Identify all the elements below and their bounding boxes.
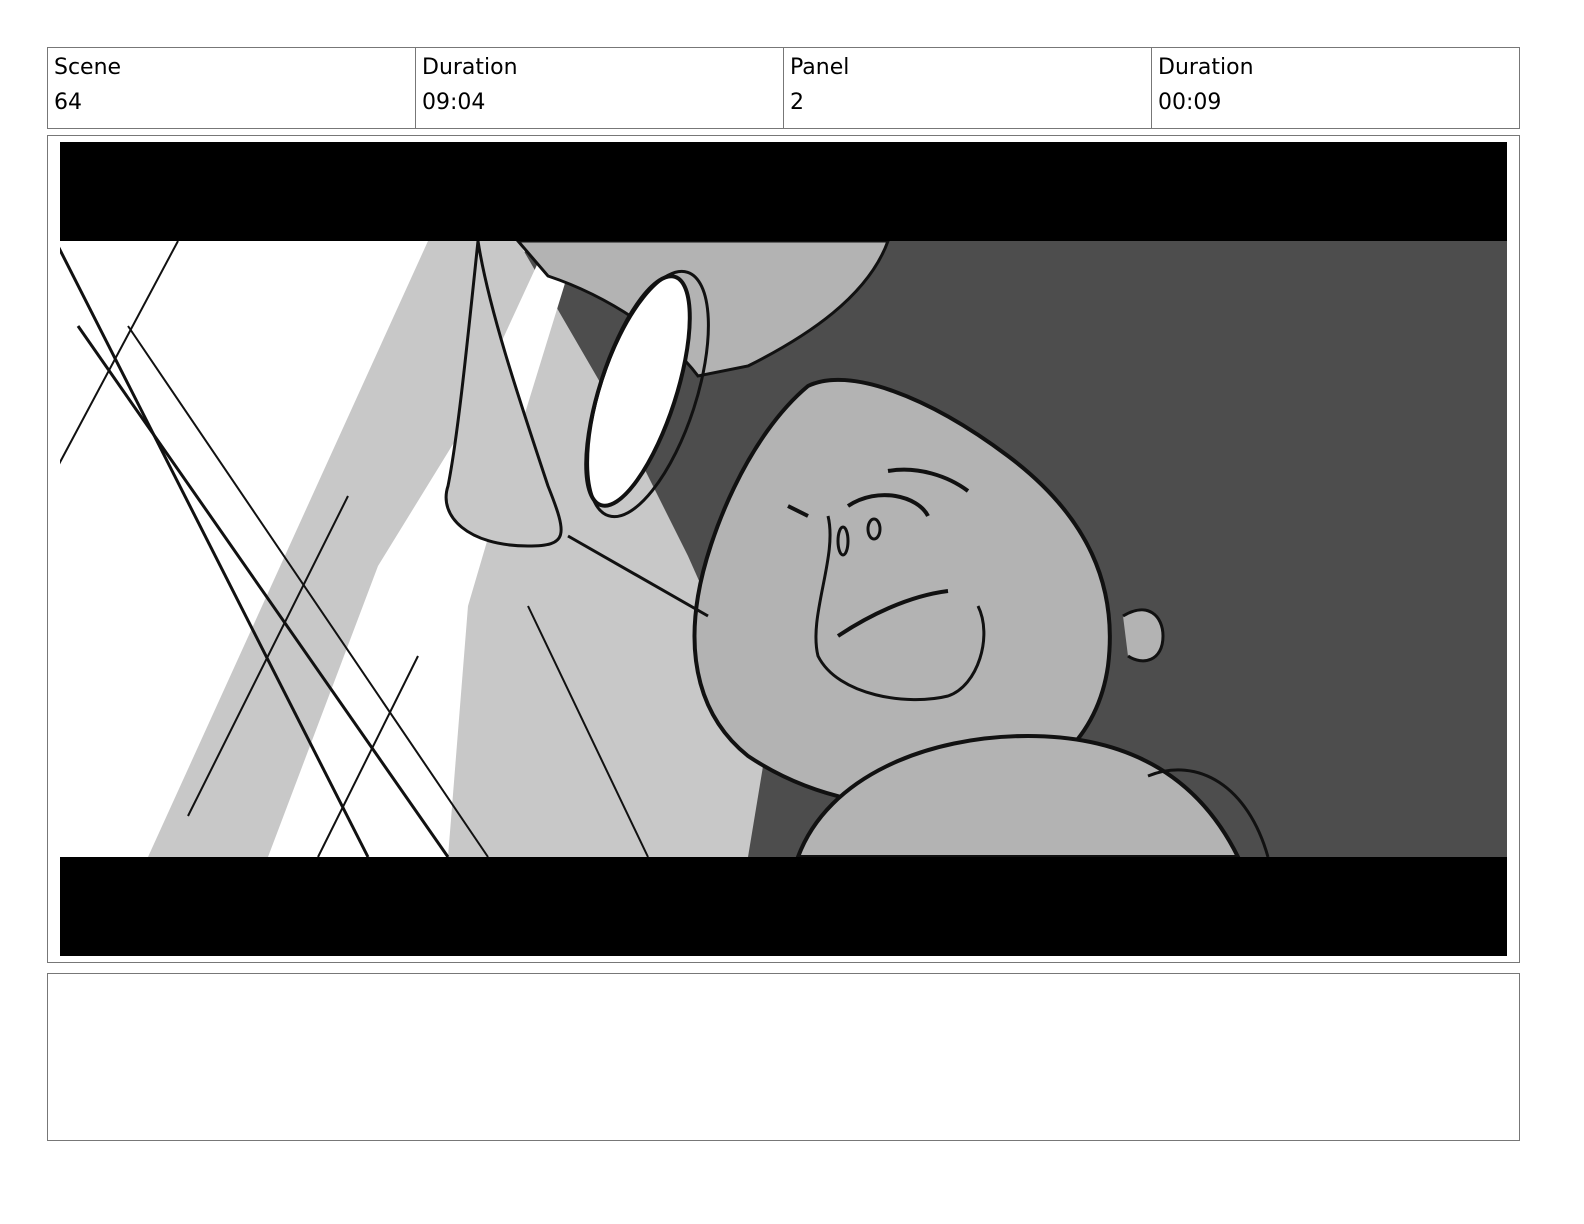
panel-margin-right <box>1507 136 1519 962</box>
letterbox-bottom <box>60 857 1507 956</box>
panel-duration-value: 00:09 <box>1158 90 1222 115</box>
panel-number: 2 <box>790 90 804 115</box>
storyboard-sketch <box>48 136 1519 962</box>
panel-margin-top <box>48 136 1519 142</box>
panel-cell: Panel 2 <box>784 48 1152 128</box>
scene-duration-label: Duration <box>422 55 518 80</box>
scene-label: Scene <box>54 55 122 80</box>
scene-duration-cell: Duration 09:04 <box>416 48 784 128</box>
panel-duration-cell: Duration 00:09 <box>1152 48 1519 128</box>
sketch-ear <box>1122 608 1165 663</box>
panel-margin-left <box>48 136 60 962</box>
panel-info-header: Scene 64 Duration 09:04 Panel 2 Duration… <box>47 47 1520 129</box>
storyboard-panel <box>47 135 1520 963</box>
scene-duration-value: 09:04 <box>422 90 486 115</box>
panel-notes-box <box>47 973 1520 1141</box>
letterbox-top <box>60 142 1507 241</box>
scene-number: 64 <box>54 90 82 115</box>
panel-duration-label: Duration <box>1158 55 1254 80</box>
panel-label: Panel <box>790 55 850 80</box>
scene-cell: Scene 64 <box>48 48 416 128</box>
panel-margin-bottom <box>48 956 1519 962</box>
